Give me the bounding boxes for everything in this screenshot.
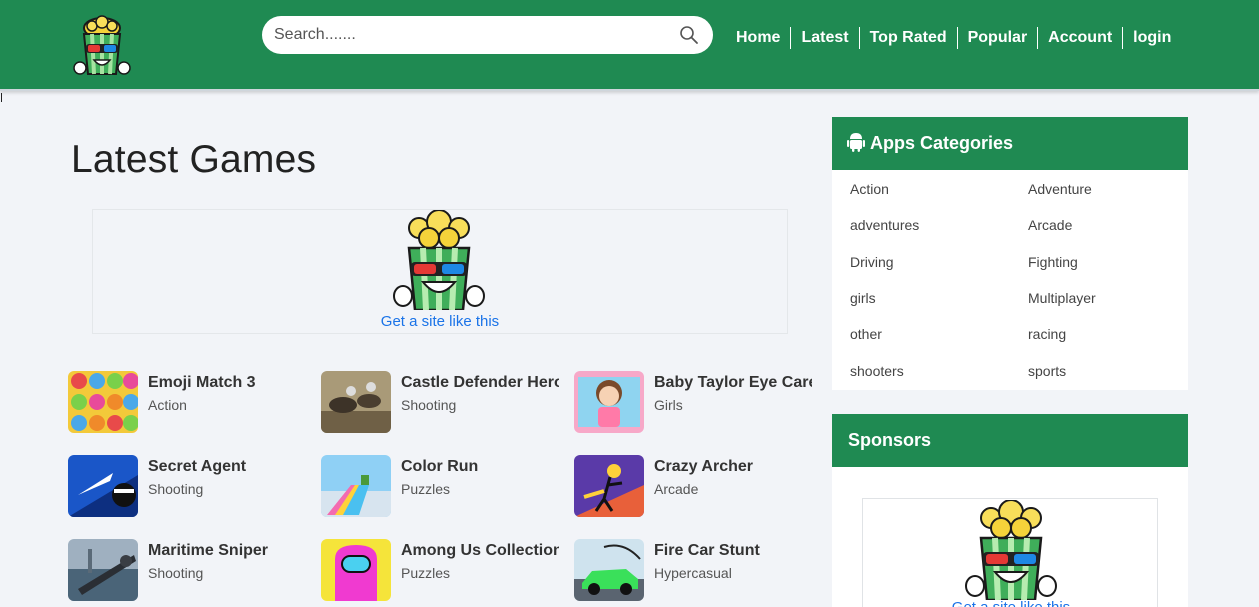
category-link-fighting[interactable]: Fighting	[1028, 254, 1078, 270]
category-link-other[interactable]: other	[850, 326, 882, 342]
category-link-racing[interactable]: racing	[1028, 326, 1066, 342]
game-thumbnail	[68, 539, 138, 601]
search-icon[interactable]	[679, 25, 699, 45]
game-card[interactable]: Color Run Puzzles	[321, 455, 561, 517]
game-card[interactable]: Among Us Collection Puzzles	[321, 539, 561, 601]
game-card[interactable]: Baby Taylor Eye Care Girls	[574, 371, 814, 433]
search-bar	[262, 16, 713, 54]
nav-top-rated[interactable]: Top Rated	[858, 27, 957, 49]
promo-banner[interactable]: Get a site like this	[92, 209, 788, 334]
game-title[interactable]: Emoji Match 3	[148, 374, 308, 392]
nav-popular[interactable]: Popular	[956, 27, 1038, 49]
popcorn-mascot-icon	[965, 500, 1057, 600]
game-category: Shooting	[148, 565, 204, 581]
popcorn-mascot-icon	[393, 210, 485, 310]
nav-home[interactable]: Home	[726, 27, 790, 49]
game-category: Puzzles	[401, 481, 451, 497]
game-card[interactable]: Fire Car Stunt Hypercasual	[574, 539, 814, 601]
game-card[interactable]: Emoji Match 3 Action	[68, 371, 308, 433]
game-title[interactable]: Crazy Archer	[654, 458, 814, 476]
game-thumbnail	[574, 539, 644, 601]
category-link-driving[interactable]: Driving	[850, 254, 894, 270]
game-title[interactable]: Castle Defender Hero	[401, 374, 559, 392]
category-link-action[interactable]: Action	[850, 181, 889, 197]
game-thumbnail	[68, 455, 138, 517]
game-card[interactable]: Secret Agent Shooting	[68, 455, 308, 517]
category-link-adventures[interactable]: adventures	[850, 217, 919, 233]
game-thumbnail	[68, 371, 138, 433]
sponsors-panel: Get a site like this	[832, 467, 1188, 607]
game-category: Action	[148, 397, 187, 413]
sponsor-banner[interactable]: Get a site like this	[862, 498, 1158, 607]
sponsors-title: Sponsors	[848, 430, 932, 450]
game-card[interactable]: Maritime Sniper Shooting	[68, 539, 308, 601]
nav-latest[interactable]: Latest	[790, 27, 858, 49]
game-title[interactable]: Among Us Collection	[401, 542, 559, 560]
game-thumbnail	[321, 539, 391, 601]
sponsor-get-site-link[interactable]: Get a site like this	[863, 599, 1157, 607]
game-title[interactable]: Maritime Sniper	[148, 542, 308, 560]
category-link-girls[interactable]: girls	[850, 290, 876, 306]
category-link-sports[interactable]: sports	[1028, 363, 1066, 379]
game-category: Arcade	[654, 481, 699, 497]
category-link-shooters[interactable]: shooters	[850, 363, 904, 379]
text-caret	[1, 93, 2, 102]
nav-account[interactable]: Account	[1037, 27, 1122, 49]
popcorn-logo-icon[interactable]	[70, 14, 134, 78]
game-title[interactable]: Fire Car Stunt	[654, 542, 814, 560]
categories-list: Action Adventure adventures Arcade Drivi…	[832, 170, 1188, 390]
category-link-arcade[interactable]: Arcade	[1028, 217, 1072, 233]
sponsors-header: Sponsors	[832, 414, 1188, 467]
search-input[interactable]	[274, 16, 664, 54]
android-icon	[847, 133, 865, 152]
game-category: Shooting	[148, 481, 204, 497]
game-card[interactable]: Crazy Archer Arcade	[574, 455, 814, 517]
game-category: Girls	[654, 397, 683, 413]
game-thumbnail	[321, 455, 391, 517]
nav-login[interactable]: login	[1122, 27, 1181, 49]
main-nav: Home Latest Top Rated Popular Account lo…	[726, 26, 1181, 50]
game-thumbnail	[321, 371, 391, 433]
top-navbar: Home Latest Top Rated Popular Account lo…	[0, 0, 1259, 91]
get-site-link[interactable]: Get a site like this	[93, 313, 787, 330]
game-title[interactable]: Secret Agent	[148, 458, 308, 476]
game-category: Shooting	[401, 397, 457, 413]
game-category: Hypercasual	[654, 565, 732, 581]
game-category: Puzzles	[401, 565, 451, 581]
page-title: Latest Games	[71, 138, 317, 181]
game-thumbnail	[574, 371, 644, 433]
game-title[interactable]: Baby Taylor Eye Care	[654, 374, 812, 392]
categories-header: Apps Categories	[832, 117, 1188, 170]
game-title[interactable]: Color Run	[401, 458, 561, 476]
game-card[interactable]: Castle Defender Hero Shooting	[321, 371, 561, 433]
game-thumbnail	[574, 455, 644, 517]
category-link-adventure[interactable]: Adventure	[1028, 181, 1092, 197]
categories-title: Apps Categories	[870, 133, 1014, 153]
category-link-multiplayer[interactable]: Multiplayer	[1028, 290, 1096, 306]
